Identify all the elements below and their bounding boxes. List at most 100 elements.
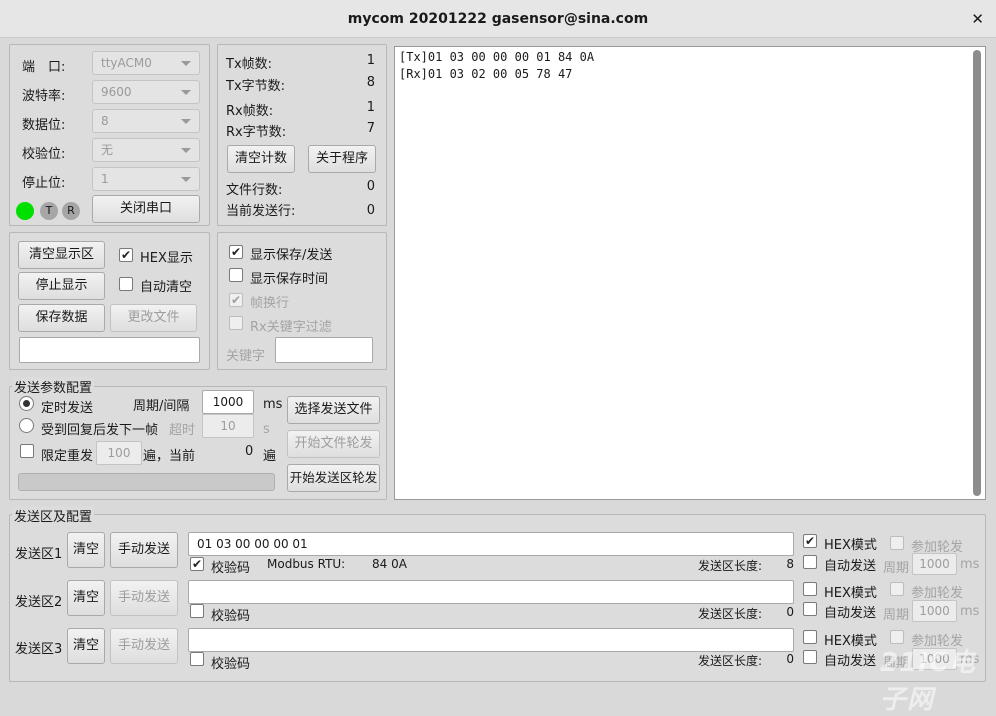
send-area-1-checksum-value: 84 0A (372, 557, 407, 571)
close-icon[interactable]: ✕ (971, 0, 984, 38)
send-area-2-length-value: 0 (786, 605, 794, 619)
reply-next-label: 受到回复后发下一帧 (41, 423, 159, 438)
send-area-2-hex-checkbox[interactable] (803, 582, 817, 596)
file-lines-value: 0 (366, 179, 375, 194)
close-port-button[interactable]: 关闭串口 (92, 195, 200, 223)
databits-select[interactable]: 8 (92, 109, 200, 133)
send-area-1-length-label: 发送区长度: (698, 559, 763, 573)
stopbits-select[interactable]: 1 (92, 167, 200, 191)
frame-newline-label: 帧换行 (250, 296, 290, 311)
send-area-1-manual-send-button[interactable]: 手动发送 (110, 532, 178, 568)
send-area-3-auto-send-checkbox[interactable] (803, 650, 817, 664)
period-label: 周期/间隔 (133, 399, 190, 414)
tx-bytes-value: 8 (366, 75, 375, 90)
auto-clear-label: 自动清空 (140, 280, 193, 295)
rx-bytes-label: Rx字节数: (226, 125, 287, 140)
rx-led-icon: R (62, 202, 80, 220)
send-area-1-period-input[interactable]: 1000 (912, 553, 957, 575)
reply-next-radio[interactable] (19, 418, 34, 433)
send-area-2-checksum-checkbox[interactable] (190, 604, 204, 618)
keyword-label: 关键字 (226, 349, 266, 364)
auto-clear-checkbox[interactable] (119, 277, 133, 291)
chevron-down-icon (181, 148, 191, 153)
repeat-count-input[interactable]: 100 (96, 441, 142, 465)
send-area-1-input[interactable]: 01 03 00 00 00 01 (188, 532, 794, 556)
send-area-2-rotation-checkbox[interactable] (890, 582, 904, 596)
parity-select[interactable]: 无 (92, 138, 200, 162)
current-line-value: 0 (366, 203, 375, 218)
send-area-2-auto-send-checkbox[interactable] (803, 602, 817, 616)
send-area-2-length-label: 发送区长度: (698, 607, 763, 621)
timed-send-radio[interactable] (19, 396, 34, 411)
status-led-icon (16, 202, 34, 220)
rx-frames-label: Rx帧数: (226, 104, 274, 119)
parity-label: 校验位: (22, 147, 66, 162)
receive-scrollbar[interactable] (973, 50, 981, 496)
send-area-1-label: 发送区1 (15, 547, 63, 562)
times-current-label: 遍，当前 (143, 449, 196, 464)
send-area-2-period-input[interactable]: 1000 (912, 600, 957, 622)
about-button[interactable]: 关于程序 (308, 145, 376, 173)
change-file-button[interactable]: 更改文件 (110, 304, 197, 332)
send-area-1-clear-button[interactable]: 清空 (67, 532, 105, 568)
save-time-checkbox[interactable] (229, 268, 243, 282)
timeout-unit: s (263, 422, 270, 437)
send-area-2-manual-send-button[interactable]: 手动发送 (110, 580, 178, 616)
send-area-2-clear-button[interactable]: 清空 (67, 580, 105, 616)
send-area-1-checksum-checkbox[interactable]: ✔ (190, 557, 204, 571)
stop-display-button[interactable]: 停止显示 (18, 272, 105, 300)
hex-display-checkbox[interactable]: ✔ (119, 248, 133, 262)
rx-frames-value: 1 (366, 100, 375, 115)
send-area-3-auto-send-label: 自动发送 (824, 654, 877, 669)
send-area-1-length-value: 8 (786, 557, 794, 571)
clear-count-button[interactable]: 清空计数 (227, 145, 295, 173)
send-area-1-hex-checkbox[interactable]: ✔ (803, 534, 817, 548)
chevron-down-icon (181, 177, 191, 182)
send-params-title: 发送参数配置 (12, 377, 95, 396)
timeout-input[interactable]: 10 (202, 414, 254, 438)
tx-frames-value: 1 (366, 53, 375, 68)
send-area-3-hex-label: HEX模式 (824, 634, 877, 649)
send-area-1-auto-send-checkbox[interactable] (803, 555, 817, 569)
baud-label: 波特率: (22, 89, 66, 104)
limit-repeat-checkbox[interactable] (20, 444, 34, 458)
start-area-rotation-button[interactable]: 开始发送区轮发 (287, 464, 380, 492)
save-send-label: 显示保存/发送 (250, 248, 333, 263)
send-area-2-period-unit: ms (960, 604, 980, 619)
save-path-input[interactable] (19, 337, 200, 363)
send-area-2-input[interactable] (188, 580, 794, 604)
title-bar: mycom 20201222 gasensor@sina.com (0, 0, 996, 38)
send-area-3-input[interactable] (188, 628, 794, 652)
start-file-rotation-button[interactable]: 开始文件轮发 (287, 430, 380, 458)
window-title: mycom 20201222 gasensor@sina.com (347, 11, 649, 27)
keyword-input[interactable] (275, 337, 373, 363)
select-send-file-button[interactable]: 选择发送文件 (287, 396, 380, 424)
hex-display-label: HEX显示 (140, 251, 193, 266)
send-area-3-length-label: 发送区长度: (698, 654, 763, 668)
send-area-2-auto-send-label: 自动发送 (824, 606, 877, 621)
receive-display[interactable]: [Tx]01 03 00 00 00 01 84 0A [Rx]01 03 02… (394, 46, 986, 500)
save-data-button[interactable]: 保存数据 (18, 304, 105, 332)
rx-filter-label: Rx关键字过滤 (250, 320, 332, 335)
send-area-3-clear-button[interactable]: 清空 (67, 628, 105, 664)
send-area-1-checksum-label: 校验码 (211, 561, 251, 576)
clear-display-button[interactable]: 清空显示区 (18, 241, 105, 269)
send-area-3-hex-checkbox[interactable] (803, 630, 817, 644)
save-time-label: 显示保存时间 (250, 272, 329, 287)
send-area-3-manual-send-button[interactable]: 手动发送 (110, 628, 178, 664)
period-input[interactable]: 1000 (202, 390, 254, 414)
frame-newline-checkbox[interactable]: ✔ (229, 293, 243, 307)
port-select[interactable]: ttyACM0 (92, 51, 200, 75)
send-area-1-rotation-checkbox[interactable] (890, 536, 904, 550)
rx-filter-checkbox[interactable] (229, 316, 243, 330)
period-unit: ms (263, 397, 283, 412)
databits-label: 数据位: (22, 118, 66, 133)
send-area-1-hex-label: HEX模式 (824, 538, 877, 553)
baud-select[interactable]: 9600 (92, 80, 200, 104)
port-label: 端 口: (22, 60, 66, 75)
save-send-checkbox[interactable]: ✔ (229, 245, 243, 259)
tx-bytes-label: Tx字节数: (226, 79, 286, 94)
stopbits-label: 停止位: (22, 176, 66, 191)
send-area-3-checksum-checkbox[interactable] (190, 652, 204, 666)
send-areas-title: 发送区及配置 (12, 506, 95, 525)
